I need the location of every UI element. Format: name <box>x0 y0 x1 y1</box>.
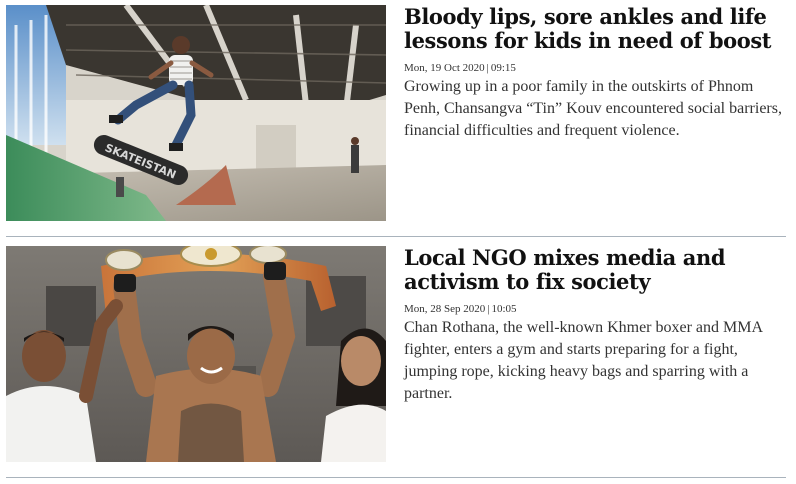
article-excerpt: Chan Rothana, the well-known Khmer boxer… <box>404 319 763 402</box>
article-thumbnail-skatepark[interactable]: SKATEISTAN <box>6 5 386 221</box>
article-time: 09:15 <box>490 62 516 74</box>
article-card: Local NGO mixes media and activism to fi… <box>6 246 786 462</box>
article-excerpt: Growing up in a poor family in the outsk… <box>404 78 782 139</box>
article-text-block: Bloody lips, sore ankles and life lesson… <box>404 5 784 221</box>
article-divider <box>6 236 786 237</box>
article-time: 10:05 <box>491 303 517 315</box>
article-headline-link[interactable]: Bloody lips, sore ankles and life lesson… <box>404 5 784 53</box>
skateboarder-photo-icon: SKATEISTAN <box>6 5 386 221</box>
article-meta: Mon, 19 Oct 2020 | 09:15 <box>404 61 784 75</box>
boxer-with-belt-photo-icon <box>6 246 386 462</box>
article-text-block: Local NGO mixes media and activism to fi… <box>404 246 784 462</box>
article-headline-link[interactable]: Local NGO mixes media and activism to fi… <box>404 246 784 294</box>
article-date: Mon, 28 Sep 2020 <box>404 303 486 315</box>
article-divider <box>6 477 786 478</box>
article-thumbnail-boxer[interactable] <box>6 246 386 462</box>
article-card: SKATEISTAN Bloody lips, sore ankles and … <box>6 5 786 221</box>
article-date: Mon, 19 Oct 2020 <box>404 62 485 74</box>
article-meta: Mon, 28 Sep 2020 | 10:05 <box>404 302 784 316</box>
